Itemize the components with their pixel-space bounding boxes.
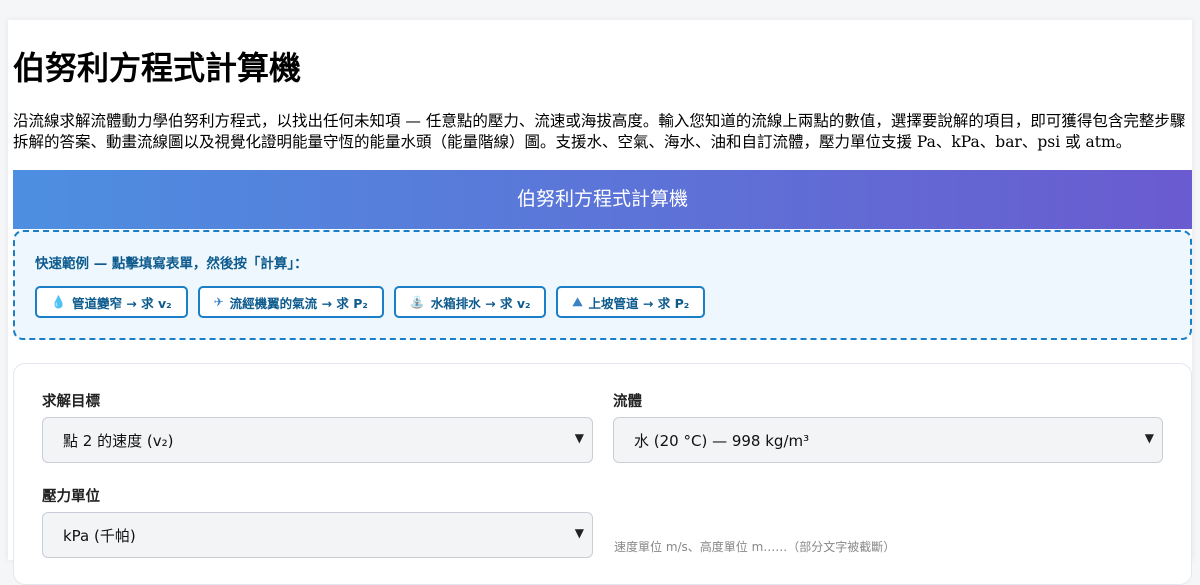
calculator-form: 求解目標 點 2 的速度 (v₂) ▼ 流體 水 (20 °C) — 998 k…: [13, 363, 1192, 585]
fluid-value: 水 (20 °C) — 998 kg/m³: [634, 431, 810, 450]
pressure-unit-select[interactable]: kPa (千帕) ▼: [42, 512, 593, 558]
example-airflow-wing-button[interactable]: ✈ 流經機翼的氣流 → 求 P₂: [197, 286, 384, 318]
chevron-down-icon: ▼: [574, 526, 584, 540]
pressure-unit-value: kPa (千帕): [63, 526, 136, 545]
example-label: 上坡管道 → 求 P₂: [588, 295, 690, 311]
airplane-icon: ✈: [213, 295, 224, 309]
fountain-icon: ⛲: [409, 295, 425, 309]
quick-examples-row: 💧 管道變窄 → 求 v₂ ✈ 流經機翼的氣流 → 求 P₂ ⛲ 水箱排水 → …: [35, 286, 706, 318]
example-label: 水箱排水 → 求 v₂: [430, 295, 531, 311]
example-label: 管道變窄 → 求 v₂: [71, 295, 172, 311]
quick-examples-panel: 快速範例 — 點擊填寫表單，然後按「計算」： 💧 管道變窄 → 求 v₂ ✈ 流…: [13, 230, 1192, 340]
solve-for-select[interactable]: 點 2 的速度 (v₂) ▼: [42, 417, 593, 463]
example-pipe-narrowing-button[interactable]: 💧 管道變窄 → 求 v₂: [35, 286, 188, 318]
unit-hint-text: 速度單位 m/s、高度單位 m……（部分文字被截斷）: [614, 540, 896, 554]
quick-examples-label: 快速範例 — 點擊填寫表單，然後按「計算」：: [35, 256, 308, 272]
solve-for-value: 點 2 的速度 (v₂): [63, 431, 174, 450]
example-uphill-pipe-button[interactable]: ⛰ 上坡管道 → 求 P₂: [556, 286, 706, 318]
pressure-unit-label: 壓力單位: [42, 489, 100, 505]
droplet-icon: 💧: [51, 295, 66, 309]
page-container: 伯努利方程式計算機 沿流線求解流體動力學伯努利方程式，以找出任何未知項 — 任意…: [8, 20, 1192, 585]
fluid-select[interactable]: 水 (20 °C) — 998 kg/m³ ▼: [613, 417, 1163, 463]
page-description: 沿流線求解流體動力學伯努利方程式，以找出任何未知項 — 任意點的壓力、流速或海拔…: [13, 112, 1186, 151]
example-tank-drain-button[interactable]: ⛲ 水箱排水 → 求 v₂: [393, 286, 547, 318]
calculator-title: 伯努利方程式計算機: [516, 188, 688, 210]
page-title: 伯努利方程式計算機: [13, 49, 302, 87]
chevron-down-icon: ▼: [574, 431, 584, 445]
chevron-down-icon: ▼: [1144, 431, 1154, 445]
example-label: 流經機翼的氣流 → 求 P₂: [229, 295, 368, 311]
mountain-icon: ⛰: [572, 294, 583, 309]
calculator-header: 伯努利方程式計算機: [13, 170, 1192, 229]
fluid-label: 流體: [613, 394, 642, 410]
solve-for-label: 求解目標: [42, 394, 100, 410]
